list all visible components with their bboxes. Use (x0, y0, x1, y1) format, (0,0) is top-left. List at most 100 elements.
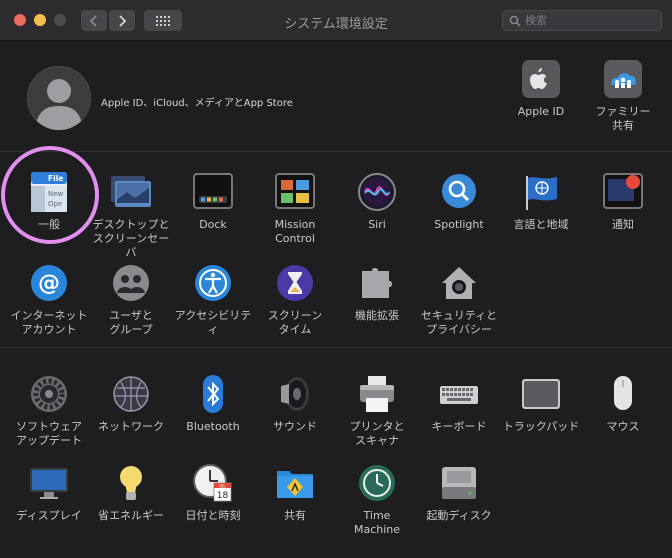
pref-screen-time[interactable]: スクリーン タイム (253, 263, 337, 351)
pref-users-groups[interactable]: ユーザと グループ (89, 263, 173, 351)
pref-energy-saver[interactable]: 省エネルギー (89, 463, 173, 551)
pref-label: 省エネルギー (98, 509, 164, 522)
svg-text:File: File (48, 174, 63, 183)
search-input[interactable] (525, 11, 655, 30)
time-machine-icon (357, 463, 397, 503)
pref-dock[interactable]: Dock (171, 172, 255, 260)
family-sharing-icon (603, 59, 643, 99)
chevron-left-icon (89, 14, 97, 27)
pref-label: ソフトウェア アップデート (16, 420, 82, 447)
at-sign-icon: @ (29, 263, 69, 303)
pref-notifications[interactable]: 通知 (581, 172, 665, 260)
system-preferences-window: システム環境設定 Apple ID、iCloud、メディアとApp Store … (0, 0, 672, 558)
clock-calendar-icon: JUL 18 (193, 463, 233, 503)
pref-label: Mission Control (274, 218, 316, 245)
mission-control-icon (275, 172, 315, 212)
display-icon (29, 463, 69, 503)
zoom-button[interactable] (54, 14, 66, 26)
pref-label: 一般 (38, 218, 60, 231)
pref-label: Dock (199, 218, 227, 231)
pref-accessibility[interactable]: アクセシビリティ (171, 263, 255, 351)
pref-internet-accounts[interactable]: @ インターネット アカウント (7, 263, 91, 351)
pref-label: Siri (368, 218, 386, 231)
pref-label: 起動ディスク (426, 509, 492, 522)
accessibility-icon (193, 263, 233, 303)
speaker-icon (275, 374, 315, 414)
pref-network[interactable]: ネットワーク (89, 374, 173, 462)
chevron-right-icon (119, 14, 127, 27)
pref-label: キーボード (431, 420, 487, 433)
pref-siri[interactable]: Siri (335, 172, 419, 260)
person-icon (27, 66, 91, 130)
pref-apple-id[interactable]: Apple ID (499, 59, 583, 147)
pref-label: プリンタと スキャナ (349, 420, 405, 447)
pref-family-sharing[interactable]: ファミリー 共有 (581, 59, 665, 147)
hard-disk-icon (439, 463, 479, 503)
svg-text:Ope: Ope (48, 200, 62, 208)
gear-icon (29, 374, 69, 414)
svg-text:18: 18 (217, 491, 229, 501)
pref-bluetooth[interactable]: Bluetooth (171, 374, 255, 462)
pref-label: Spotlight (434, 218, 484, 231)
pref-displays[interactable]: ディスプレイ (7, 463, 91, 551)
pref-label: セキュリティと プライバシー (420, 309, 498, 336)
avatar[interactable] (27, 66, 91, 130)
trackpad-icon (521, 374, 561, 414)
pref-spotlight[interactable]: Spotlight (417, 172, 501, 260)
puzzle-piece-icon (357, 263, 397, 303)
apple-id-banner[interactable]: Apple ID、iCloud、メディアとApp Store Apple ID … (0, 41, 672, 151)
sharing-folder-icon (275, 463, 315, 503)
pref-keyboard[interactable]: キーボード (417, 374, 501, 462)
dock-icon (193, 172, 233, 212)
hourglass-icon (275, 263, 315, 303)
minimize-button[interactable] (34, 14, 46, 26)
window-title: システム環境設定 (284, 17, 388, 32)
pref-software-update[interactable]: ソフトウェア アップデート (7, 374, 91, 462)
pref-label: Time Machine (353, 509, 401, 536)
pref-general[interactable]: File New Ope 一般 (7, 172, 91, 260)
pref-mouse[interactable]: マウス (581, 374, 665, 462)
back-button[interactable] (81, 10, 107, 31)
pref-trackpad[interactable]: トラックパッド (499, 374, 583, 462)
svg-text:JUL: JUL (218, 483, 226, 488)
pref-label: 言語と地域 (513, 218, 569, 231)
pref-startup-disk[interactable]: 起動ディスク (417, 463, 501, 551)
pref-label: インターネット アカウント (10, 309, 88, 336)
flag-icon (521, 172, 561, 212)
mouse-icon (603, 374, 643, 414)
pref-language-region[interactable]: 言語と地域 (499, 172, 583, 260)
notifications-icon (603, 172, 643, 212)
pref-label: トラックパッド (502, 420, 580, 433)
pref-date-time[interactable]: JUL 18 日付と時刻 (171, 463, 255, 551)
pref-mission-control[interactable]: Mission Control (253, 172, 337, 260)
pref-label: ディスプレイ (16, 509, 82, 522)
pref-extensions[interactable]: 機能拡張 (335, 263, 419, 351)
pref-label: 通知 (612, 218, 634, 231)
globe-network-icon (111, 374, 151, 414)
pref-label: デスクトップと スクリーンセーバ (92, 218, 170, 259)
search-field[interactable] (502, 10, 662, 31)
show-all-button[interactable] (144, 10, 182, 31)
bluetooth-icon (193, 374, 233, 414)
divider (0, 347, 672, 348)
pref-label: ネットワーク (98, 420, 164, 433)
pref-security-privacy[interactable]: セキュリティと プライバシー (417, 263, 501, 351)
grid-icon (156, 15, 170, 26)
pref-label: Bluetooth (186, 420, 240, 433)
close-button[interactable] (14, 14, 26, 26)
forward-button[interactable] (109, 10, 135, 31)
pref-desktop-screensaver[interactable]: デスクトップと スクリーンセーバ (89, 172, 173, 260)
pref-sound[interactable]: サウンド (253, 374, 337, 462)
pref-label: マウス (606, 420, 640, 433)
svg-text:@: @ (38, 271, 60, 296)
titlebar: システム環境設定 (0, 0, 672, 41)
desktop-screensaver-icon (111, 172, 151, 212)
pref-printers-scanners[interactable]: プリンタと スキャナ (335, 374, 419, 462)
pref-label: スクリーン タイム (267, 309, 323, 336)
keyboard-icon (439, 374, 479, 414)
pref-label: 日付と時刻 (185, 509, 241, 522)
pref-sharing[interactable]: 共有 (253, 463, 337, 551)
pref-time-machine[interactable]: Time Machine (335, 463, 419, 551)
users-icon (111, 263, 151, 303)
house-lock-icon (439, 263, 479, 303)
